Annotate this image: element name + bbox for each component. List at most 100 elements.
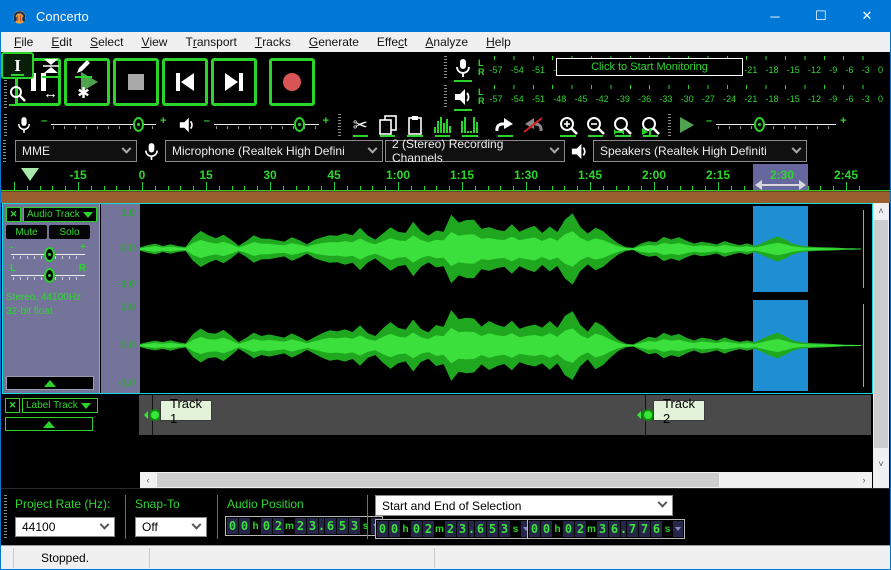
menu-transport[interactable]: Tr ansport	[176, 32, 245, 52]
menu-edit[interactable]: Edit	[42, 32, 81, 52]
waveform-channel-2[interactable]	[140, 300, 872, 391]
time-digit[interactable]: 5	[487, 521, 498, 537]
time-digit[interactable]: 0	[529, 521, 540, 537]
time-digit[interactable]: 2	[295, 518, 306, 534]
playback-meter-scale[interactable]: -57 -54 -51 -48 -45 -42 -39 -36 -33 -30 -27 -24 -21-…	[488, 83, 886, 110]
time-digit[interactable]: .	[468, 521, 475, 537]
mute-button[interactable]: Mute	[6, 225, 47, 239]
scroll-left-arrow[interactable]: ‹	[140, 472, 156, 488]
label-area[interactable]: Track 1 Track 2	[139, 395, 871, 435]
time-digit[interactable]: 2	[575, 521, 586, 537]
minimize-button[interactable]: ─	[752, 0, 798, 32]
time-digit[interactable]: 0	[239, 518, 250, 534]
menu-tracks[interactable]: Tracks	[246, 32, 300, 52]
undo-button[interactable]	[493, 113, 518, 137]
time-digit[interactable]: 0	[227, 518, 238, 534]
time-digit[interactable]: 7	[627, 521, 638, 537]
copy-button[interactable]	[375, 113, 400, 137]
recording-device-select[interactable]: Microphone (Realtek High Defini	[165, 140, 383, 162]
playback-meter[interactable]: LR -57 -54 -51 -48 -45 -42 -39 -36 -33 -30 -27 -24-…	[443, 83, 889, 111]
time-digit[interactable]: h	[251, 518, 260, 534]
vertical-scrollbar[interactable]: ˄ ˅	[873, 203, 889, 472]
close-track-button[interactable]: ✕	[6, 207, 21, 222]
time-digit[interactable]: 2	[445, 521, 456, 537]
time-digit[interactable]: 7	[639, 521, 650, 537]
time-digit[interactable]: m	[587, 521, 596, 537]
slider-thumb[interactable]	[754, 117, 766, 132]
waveform-area[interactable]	[140, 204, 872, 393]
silence-audio-button[interactable]	[457, 113, 482, 137]
horizontal-scrollbar[interactable]: ‹ ›	[140, 472, 872, 488]
time-digit[interactable]: 6	[609, 521, 620, 537]
time-digit[interactable]: 3	[307, 518, 318, 534]
skip-to-end-button[interactable]	[211, 58, 257, 106]
trim-audio-button[interactable]	[430, 113, 455, 137]
selection-tool-button[interactable]: I	[1, 52, 34, 79]
time-digit[interactable]: 0	[411, 521, 422, 537]
vertical-ruler[interactable]: 1.0 0.0 -1.0 1.0 0.0 -1.0	[101, 204, 140, 393]
time-digit[interactable]: 6	[651, 521, 662, 537]
time-digit[interactable]: 3	[499, 521, 510, 537]
recording-channels-select[interactable]: 2 (Stereo) Recording Channels	[385, 137, 565, 165]
time-digit[interactable]: 3	[457, 521, 468, 537]
scroll-down-arrow[interactable]: ˅	[873, 456, 889, 472]
waveform-channel-1[interactable]	[140, 206, 872, 292]
audio-track[interactable]: ✕ Audio Track Mute Solo - + LR Stereo, 44…	[2, 203, 873, 394]
scrollbar-thumb[interactable]	[874, 220, 888, 448]
audio-position-field[interactable]: 00h02m23.653s	[225, 516, 383, 536]
menu-file[interactable]: File	[5, 32, 42, 52]
label-text[interactable]: Track 1	[160, 396, 213, 426]
project-rate-select[interactable]: 44100	[15, 517, 115, 537]
stop-button[interactable]	[113, 58, 159, 106]
time-digit[interactable]: h	[401, 521, 410, 537]
recording-meter[interactable]: LR -57-54-51-48-45-42-39-36-33-30-27-24-…	[443, 54, 889, 82]
toolbar-grip[interactable]	[4, 495, 10, 539]
record-button[interactable]	[269, 58, 315, 106]
solo-button[interactable]: Solo	[49, 225, 90, 239]
scroll-up-arrow[interactable]: ˄	[873, 203, 889, 219]
slider-thumb[interactable]	[293, 117, 305, 132]
selection-end-field[interactable]: 00h02m36.776s	[527, 519, 685, 539]
toolbar-grip[interactable]	[444, 85, 450, 108]
audio-host-select[interactable]: MME	[15, 140, 137, 162]
zoom-out-button[interactable]	[583, 113, 608, 137]
slider-thumb[interactable]	[44, 268, 55, 283]
time-digit[interactable]: s	[361, 518, 370, 534]
time-digit[interactable]: 6	[325, 518, 336, 534]
selection-mode-select[interactable]: Start and End of Selection	[375, 495, 673, 516]
time-digit[interactable]: 2	[423, 521, 434, 537]
time-digit[interactable]: 3	[597, 521, 608, 537]
time-digit[interactable]: 0	[541, 521, 552, 537]
selection-start-field[interactable]: 00h02m23.653s	[375, 519, 533, 539]
scrollbar-thumb[interactable]	[157, 473, 719, 487]
play-pointer-icon[interactable]	[21, 168, 39, 181]
gain-slider[interactable]: - +	[8, 242, 92, 262]
playback-volume-slider[interactable]	[213, 115, 319, 135]
playback-device-select[interactable]: Speakers (Realtek High Definiti	[593, 140, 807, 162]
menu-effect[interactable]: Effe c t	[368, 32, 416, 52]
envelope-tool-button[interactable]	[34, 52, 67, 79]
monitoring-tooltip[interactable]: Click to Start Monitoring	[556, 58, 743, 76]
track-name-menu[interactable]: Label Track	[22, 398, 98, 413]
timeline-ruler[interactable]: -15 0 15 30 45 1:00 1:15 1:30 1:45 2:00 2:15 2:30 2:…	[1, 164, 890, 191]
collapse-track-button[interactable]	[6, 376, 94, 390]
menu-help[interactable]: Help	[477, 32, 520, 52]
zoom-selection-button[interactable]	[610, 113, 635, 137]
zoom-in-button[interactable]	[555, 113, 580, 137]
paste-button[interactable]	[402, 113, 427, 137]
draw-tool-button[interactable]	[67, 52, 100, 79]
time-digit[interactable]: 0	[377, 521, 388, 537]
time-field-dropdown[interactable]	[673, 521, 683, 537]
slider-thumb[interactable]	[44, 247, 55, 262]
skip-to-start-button[interactable]	[162, 58, 208, 106]
zoom-fit-button[interactable]	[638, 113, 663, 137]
menu-analyze[interactable]: Analyze	[416, 32, 477, 52]
cut-button[interactable]: ✂	[348, 113, 373, 137]
collapse-track-button[interactable]	[5, 417, 93, 431]
track-name-menu[interactable]: Audio Track	[23, 207, 97, 222]
multi-tool-button[interactable]: ✱	[67, 80, 100, 107]
zoom-tool-button[interactable]	[1, 80, 34, 107]
timeshift-tool-button[interactable]: ↔	[34, 80, 67, 107]
time-digit[interactable]: m	[435, 521, 444, 537]
close-track-button[interactable]: ✕	[5, 398, 20, 413]
